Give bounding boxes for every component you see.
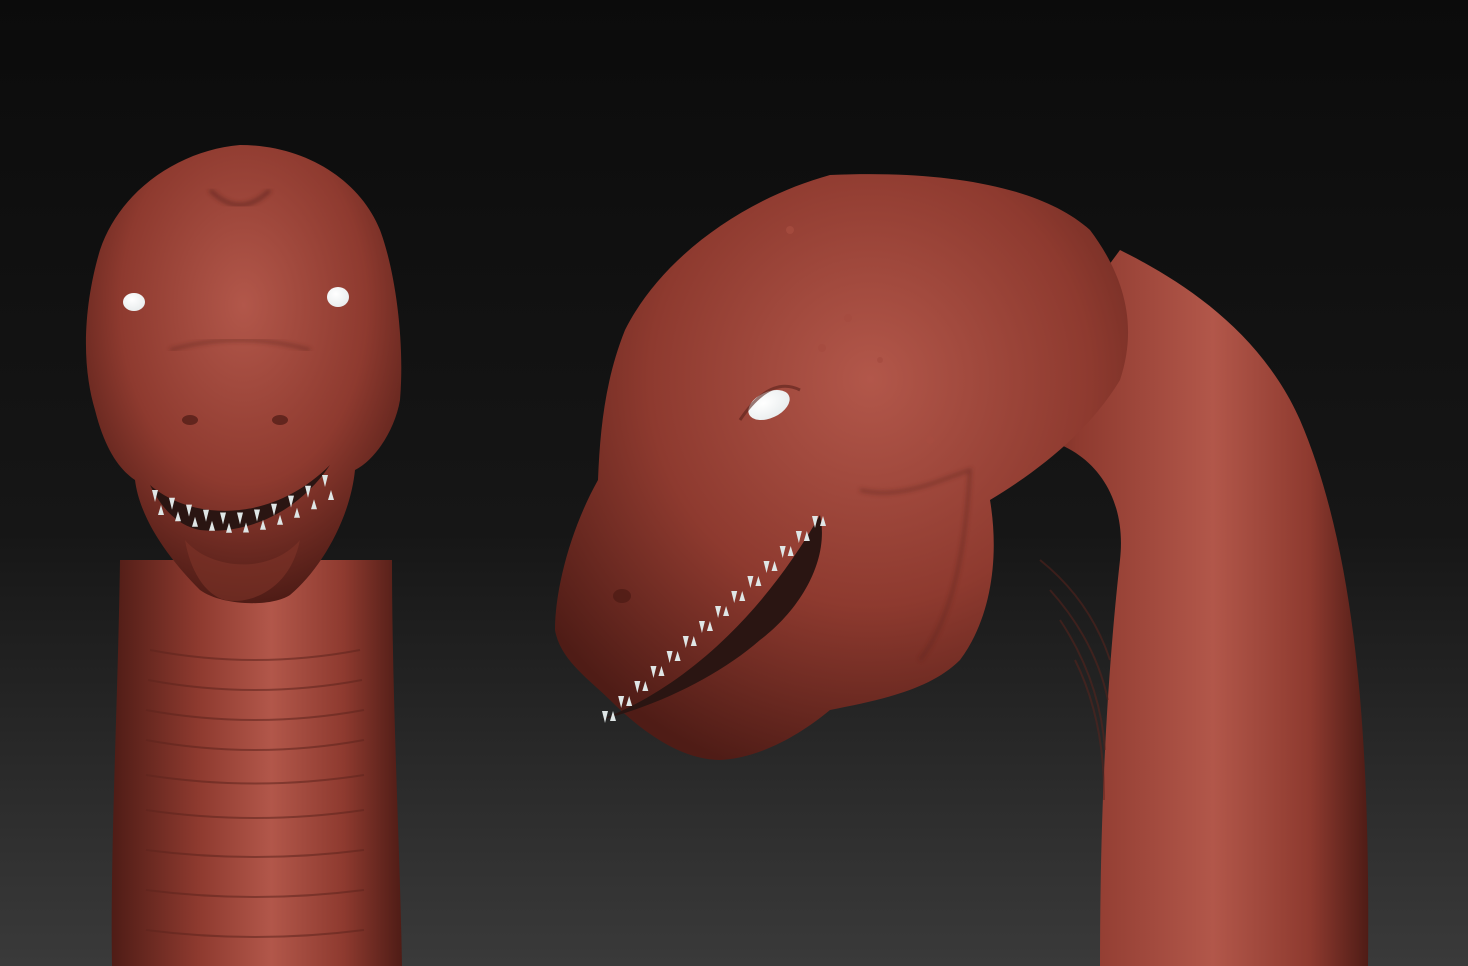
front-left-nostril [182,415,198,425]
front-neck [111,560,402,966]
render-viewport [0,0,1468,966]
front-left-eye [123,293,145,311]
sculpt-render [0,0,1468,966]
front-right-eye [327,287,349,307]
front-right-nostril [272,415,288,425]
side-nostril [613,589,631,603]
